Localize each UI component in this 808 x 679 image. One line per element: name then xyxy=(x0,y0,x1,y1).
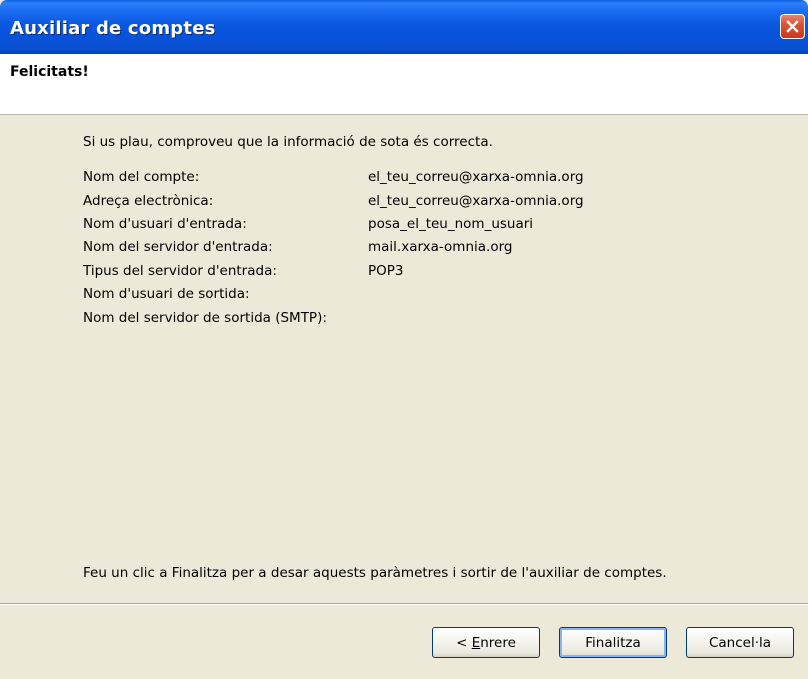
summary-value: el_teu_correu@xarxa-omnia.org xyxy=(368,169,584,185)
cancel-button-label: Cancel·la xyxy=(708,634,772,651)
finish-instructions: Feu un clic a Finalitza per a desar aque… xyxy=(83,565,667,581)
summary-label: Nom del compte: xyxy=(83,169,200,185)
close-button[interactable] xyxy=(780,14,805,39)
summary-label: Nom del servidor d'entrada: xyxy=(83,239,273,255)
summary-row-account-name: Nom del compte: el_teu_correu@xarxa-omni… xyxy=(83,169,783,189)
button-bar: < Enrere Finalitza Cancel·la xyxy=(0,603,808,679)
summary-label: Nom d'usuari de sortida: xyxy=(83,286,250,302)
back-button-label: nrere xyxy=(480,634,516,651)
summary-label: Tipus del servidor d'entrada: xyxy=(83,263,277,279)
finish-button-label: Finalitza xyxy=(585,634,641,651)
summary-label: Nom del servidor de sortida (SMTP): xyxy=(83,310,327,326)
window-title: Auxiliar de comptes xyxy=(10,18,216,39)
wizard-content: Si us plau, comproveu que la informació … xyxy=(0,115,808,603)
summary-value: posa_el_teu_nom_usuari xyxy=(368,216,534,232)
back-button[interactable]: < Enrere xyxy=(432,627,540,658)
summary-value: el_teu_correu@xarxa-omnia.org xyxy=(368,193,584,209)
wizard-header: Felicitats! xyxy=(0,54,808,115)
summary-row-outgoing-username: Nom d'usuari de sortida: xyxy=(83,286,783,306)
summary-row-email-address: Adreça electrònica: el_teu_correu@xarxa-… xyxy=(83,193,783,213)
account-wizard-window: Auxiliar de comptes Felicitats! Si us pl… xyxy=(0,0,808,679)
back-button-accelerator: E xyxy=(471,634,481,651)
title-bar[interactable]: Auxiliar de comptes xyxy=(0,0,808,54)
summary-row-incoming-server: Nom del servidor d'entrada: mail.xarxa-o… xyxy=(83,239,783,259)
summary-row-outgoing-server: Nom del servidor de sortida (SMTP): xyxy=(83,310,783,330)
summary-value: POP3 xyxy=(368,263,404,279)
close-icon xyxy=(786,20,799,33)
summary-row-incoming-username: Nom d'usuari d'entrada: posa_el_teu_nom_… xyxy=(83,216,783,236)
back-button-prefix: < xyxy=(456,634,472,651)
cancel-button[interactable]: Cancel·la xyxy=(686,627,794,658)
summary-value: mail.xarxa-omnia.org xyxy=(368,239,513,255)
page-title: Felicitats! xyxy=(10,64,89,80)
summary-label: Nom d'usuari d'entrada: xyxy=(83,216,247,232)
finish-button[interactable]: Finalitza xyxy=(559,627,667,658)
summary-label: Adreça electrònica: xyxy=(83,193,214,209)
intro-text: Si us plau, comproveu que la informació … xyxy=(83,134,493,150)
summary-row-incoming-server-type: Tipus del servidor d'entrada: POP3 xyxy=(83,263,783,283)
